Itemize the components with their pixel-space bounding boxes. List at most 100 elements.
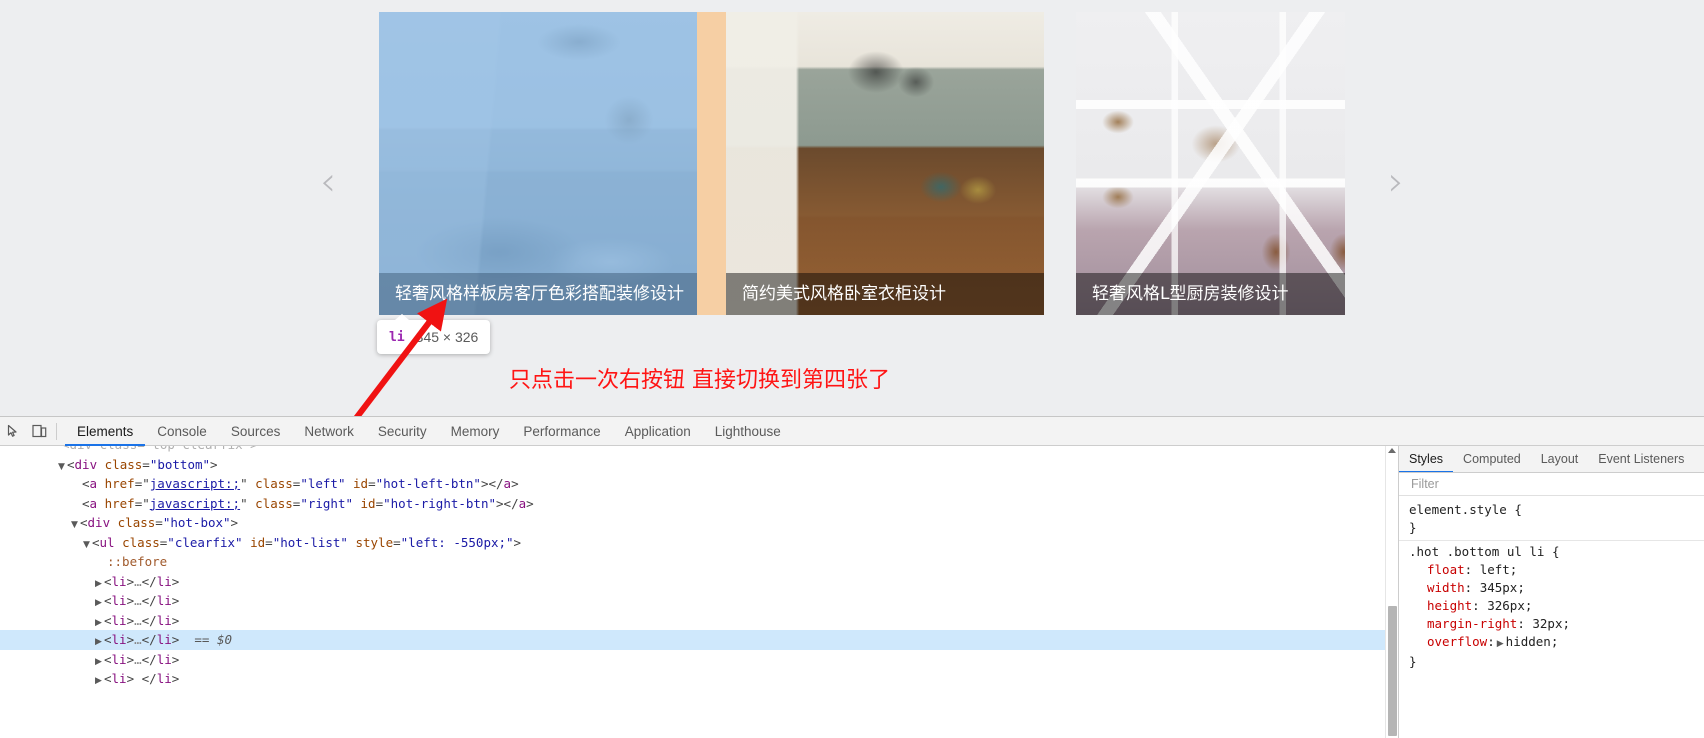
tag-name: li xyxy=(156,593,172,608)
tag-name: li xyxy=(156,612,172,628)
tag-name: li xyxy=(111,632,127,647)
carousel-slide-1[interactable]: 轻奢风格样板房客厅色彩搭配装修设计 xyxy=(379,12,697,315)
tab-application[interactable]: Application xyxy=(613,417,703,446)
styles-tab-event-listeners[interactable]: Event Listeners xyxy=(1588,446,1694,472)
tab-console[interactable]: Console xyxy=(145,417,219,446)
tab-performance[interactable]: Performance xyxy=(511,417,612,446)
declaration-float[interactable]: float: left; xyxy=(1399,561,1704,579)
attr-value-link[interactable]: javascript:; xyxy=(150,476,240,491)
slide-1-photo xyxy=(379,12,697,315)
tab-memory[interactable]: Memory xyxy=(439,417,512,446)
attr-value: "right" xyxy=(300,495,353,511)
property-name: height xyxy=(1427,598,1473,613)
carousel-next-arrow-icon[interactable]: › xyxy=(1381,160,1411,206)
expand-triangle-icon[interactable]: ▶ xyxy=(95,672,104,692)
tag-name: a xyxy=(89,495,98,511)
devtools-body: <div class="top clearfix"> ▼<div class="… xyxy=(0,446,1704,738)
attr-value: "hot-left-btn" xyxy=(375,476,481,491)
collapsed-ellipsis: … xyxy=(134,612,142,628)
attr-name: class xyxy=(117,515,156,530)
red-annotation-text: 只点击一次右按钮 直接切换到第四张了 xyxy=(509,368,890,393)
rule-selector: .hot .bottom ul li { xyxy=(1409,544,1560,559)
styles-sidebar: Styles Computed Layout Event Listeners F… xyxy=(1398,446,1704,738)
collapsed-ellipsis: … xyxy=(134,651,142,667)
tag-name: li xyxy=(156,573,172,589)
attr-value-link[interactable]: javascript:; xyxy=(150,496,240,511)
declaration-width[interactable]: width: 345px; xyxy=(1399,579,1704,597)
element-size-tooltip: li 345 × 326 xyxy=(377,314,491,354)
dom-row-li-6[interactable]: ▶ <li> </li> xyxy=(0,669,1398,689)
dom-clipped-text: <div class="top clearfix"> xyxy=(62,446,258,452)
devtools-panel: Elements Console Sources Network Securit… xyxy=(0,416,1704,738)
styles-filter-placeholder: Filter xyxy=(1411,477,1439,491)
dom-row-li-2[interactable]: ▶ <li>…</li> xyxy=(0,591,1398,611)
attr-value: "hot-list" xyxy=(272,534,348,550)
tab-network[interactable]: Network xyxy=(292,417,366,446)
rule-element-style[interactable]: element.style { } xyxy=(1399,499,1704,540)
tab-sources[interactable]: Sources xyxy=(219,417,293,446)
scrollbar-thumb[interactable] xyxy=(1388,606,1397,736)
dom-row-a-left[interactable]: <a href="javascript:;" class="left" id="… xyxy=(0,474,1398,494)
styles-tab-computed[interactable]: Computed xyxy=(1453,446,1531,472)
styles-tab-styles[interactable]: Styles xyxy=(1399,446,1453,472)
dom-row-li-selected[interactable]: ▶ <li>…</li> == $0 xyxy=(0,630,1398,650)
collapsed-ellipsis: … xyxy=(134,573,142,589)
dom-row-div-bottom[interactable]: ▼ <div class="bottom"> xyxy=(0,455,1398,475)
tag-name: li xyxy=(111,671,127,686)
carousel-slide-2[interactable]: 简约美式风格卧室衣柜设计 xyxy=(726,12,1044,315)
attr-value: "hot-right-btn" xyxy=(383,495,497,511)
attr-name: href xyxy=(104,476,135,491)
property-name: margin-right xyxy=(1427,616,1518,631)
expand-shorthand-icon[interactable]: ▶ xyxy=(1495,635,1506,653)
tag-name: a xyxy=(503,476,512,491)
declaration-margin-right[interactable]: margin-right: 32px; xyxy=(1399,615,1704,633)
dom-row-li-5[interactable]: ▶ <li>…</li> xyxy=(0,650,1398,670)
rule-selector: element.style { xyxy=(1409,502,1522,517)
attr-value: "clearfix" xyxy=(167,534,243,550)
styles-tabbar: Styles Computed Layout Event Listeners xyxy=(1399,446,1704,473)
dom-row-clipped[interactable]: <div class="top clearfix"> xyxy=(0,446,1398,455)
declaration-height[interactable]: height: 326px; xyxy=(1399,597,1704,615)
tag-name: li xyxy=(111,651,127,667)
collapsed-ellipsis: … xyxy=(134,632,142,647)
tab-lighthouse[interactable]: Lighthouse xyxy=(703,417,793,446)
attr-name: class xyxy=(122,534,160,550)
collapsed-ellipsis: … xyxy=(134,593,142,608)
scroll-up-arrow-icon[interactable] xyxy=(1388,448,1396,453)
slide-1-caption: 轻奢风格样板房客厅色彩搭配装修设计 xyxy=(379,273,697,315)
tooltip-tag-name: li xyxy=(389,329,405,345)
device-toolbar-icon[interactable] xyxy=(26,417,52,446)
dom-row-ul-hotlist[interactable]: ▼ <ul class="clearfix" id="hot-list" styl… xyxy=(0,533,1398,553)
attr-value: "bottom" xyxy=(149,456,211,472)
dom-row-a-right[interactable]: <a href="javascript:;" class="right" id=… xyxy=(0,494,1398,514)
inspect-cursor-icon[interactable] xyxy=(0,417,26,446)
attr-name: id xyxy=(353,476,369,491)
slide-2-caption: 简约美式风格卧室衣柜设计 xyxy=(726,273,1044,315)
tag-name: ul xyxy=(99,534,115,550)
dom-row-li-3[interactable]: ▶ <li>…</li> xyxy=(0,611,1398,631)
declaration-overflow[interactable]: overflow: ▶ hidden; xyxy=(1399,633,1704,653)
tag-name: li xyxy=(111,593,127,608)
dom-tree[interactable]: <div class="top clearfix"> ▼<div class="… xyxy=(0,446,1398,738)
dom-row-pseudo-before[interactable]: ::before xyxy=(0,552,1398,572)
tab-security[interactable]: Security xyxy=(366,417,439,446)
property-value: left; xyxy=(1479,562,1518,577)
styles-tab-layout[interactable]: Layout xyxy=(1531,446,1589,472)
attr-name: id xyxy=(360,495,376,511)
property-value: 32px; xyxy=(1532,616,1571,631)
dom-row-li-1[interactable]: ▶ <li>…</li> xyxy=(0,572,1398,592)
dom-tree-scrollbar[interactable] xyxy=(1385,446,1398,738)
tag-name: li xyxy=(156,651,172,667)
dom-row-div-hotbox[interactable]: ▼ <div class="hot-box"> xyxy=(0,513,1398,533)
property-value: hidden; xyxy=(1505,634,1559,649)
tab-elements[interactable]: Elements xyxy=(65,417,145,446)
attr-name: class xyxy=(255,495,293,511)
web-page-viewport: ‹ › 轻奢风格样板房客厅色彩搭配装修设计 简约美式风格卧室衣柜设计 轻奢风格L… xyxy=(0,0,1704,416)
slide-3-photo xyxy=(1076,12,1345,315)
carousel-prev-arrow-icon[interactable]: ‹ xyxy=(313,160,343,206)
styles-filter-input[interactable]: Filter xyxy=(1399,473,1704,496)
rule-hot-bottom-ul-li[interactable]: .hot .bottom ul li { float: left; width:… xyxy=(1399,540,1704,674)
tag-name: li xyxy=(111,573,127,589)
carousel-slide-3[interactable]: 轻奢风格L型厨房装修设计 xyxy=(1076,12,1345,315)
tag-name: li xyxy=(156,671,172,686)
